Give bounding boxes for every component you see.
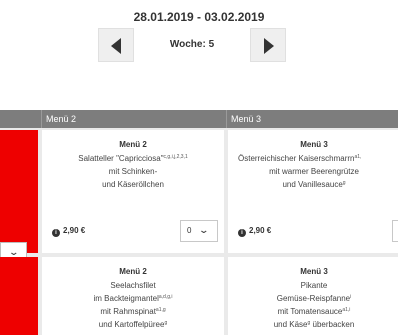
- previous-week-button[interactable]: [98, 28, 134, 62]
- dish-menu-title: Menü 2: [119, 140, 147, 149]
- dish-description-line: mit Tomatensaucea1,i: [277, 307, 351, 316]
- column-header-menu-3: Menü 3: [226, 110, 398, 128]
- dish-price: i 2,90 €: [238, 226, 271, 237]
- menu-card: Menü 2 Salatteller "Capricciosa"c,g,i,j,…: [42, 130, 224, 253]
- table-header-row: Menü 2 Menü 3: [0, 110, 398, 128]
- dish-description-line: im Backteigmantela,d,g,i: [93, 294, 173, 303]
- dish-description-line: und Vanillesauceg: [282, 180, 346, 189]
- chevron-right-icon: [264, 38, 274, 54]
- column-header-menu-2: Menü 2: [41, 110, 226, 128]
- dish-description-line: Seelachsfilet: [110, 281, 156, 290]
- dish-description-line: Österreichischer Kaiserschmarrna1,: [238, 154, 362, 163]
- week-date-range: 28.01.2019 - 03.02.2019: [133, 10, 265, 24]
- dish-menu-title: Menü 2: [119, 267, 147, 276]
- day-column-strip: ⌄: [0, 130, 38, 264]
- next-week-button[interactable]: [250, 28, 286, 62]
- dish-description-line: mit warmer Beerengrütze: [269, 167, 359, 176]
- dish-menu-title: Menü 3: [300, 140, 328, 149]
- dish-description-line: mit Schinken-: [108, 167, 158, 176]
- menu-card: Menü 3 Österreichischer Kaiserschmarrna1…: [228, 130, 398, 253]
- dish-description-line: mit Rahmspinata1,g: [100, 307, 166, 316]
- dish-description-line: und Kartoffelpüreeg: [98, 320, 168, 329]
- week-number-label: Woche: 5: [169, 39, 215, 50]
- menu-card: Menü 2 Seelachsfilet im Backteigmantela,…: [42, 257, 224, 335]
- menu-card: Menü 3 Pikante Gemüse-Reispfannei mit To…: [228, 257, 398, 335]
- dish-description-line: und Käseg überbacken: [273, 320, 355, 329]
- quantity-value: 0: [187, 226, 192, 235]
- dish-description-line: Pikante: [300, 281, 328, 290]
- dish-description-line: und Käseröllchen: [102, 180, 164, 189]
- info-icon[interactable]: i: [238, 229, 246, 237]
- dish-price: i 2,90 €: [52, 226, 85, 237]
- quantity-select[interactable]: 0 ⌄: [180, 220, 218, 242]
- dish-menu-title: Menü 3: [300, 267, 328, 276]
- menu-table: Menü 2 Menü 3 ⌄ Menü 2 Salatteller "Capr…: [0, 110, 398, 335]
- day-column-strip: [0, 257, 38, 335]
- dish-description-line: Salatteller "Capricciosa"c,g,i,j,2,3,1: [78, 154, 188, 163]
- quantity-select-partial[interactable]: [392, 220, 398, 242]
- week-navigation: 28.01.2019 - 03.02.2019 Woche: 5: [0, 0, 398, 80]
- dish-description-line: Gemüse-Reispfannei: [276, 294, 352, 303]
- info-icon[interactable]: i: [52, 229, 60, 237]
- chevron-left-icon: [111, 38, 121, 54]
- chevron-down-icon: ⌄: [198, 225, 210, 235]
